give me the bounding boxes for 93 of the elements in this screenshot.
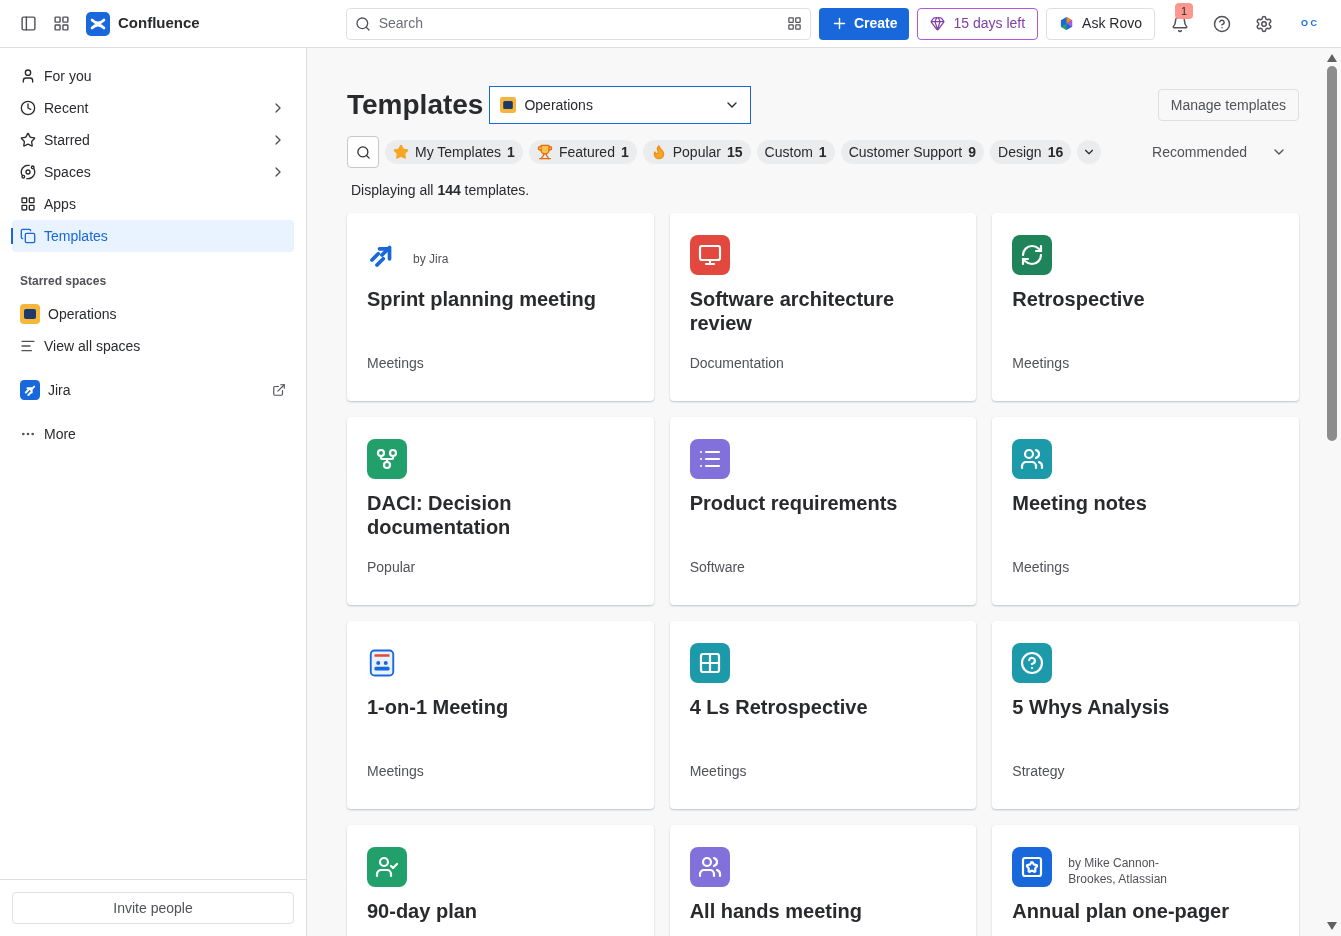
help-icon[interactable]	[1213, 14, 1231, 33]
create-button[interactable]: Create	[818, 7, 910, 40]
template-category: Strategy	[1012, 762, 1066, 781]
section-heading: Starred spaces	[19, 273, 108, 290]
template-card[interactable]: Retrospective Meetings	[992, 213, 1299, 401]
space-icon	[500, 97, 517, 113]
ask-rovo-button[interactable]: Ask Rovo	[1046, 7, 1155, 40]
more-filters-button[interactable]	[1077, 140, 1102, 164]
template-card[interactable]: Software architecture review Documentation	[669, 213, 977, 401]
pages-icon	[20, 228, 36, 244]
template-card[interactable]: 90-day plan	[347, 825, 654, 936]
sidebar-item[interactable]: Recent	[12, 92, 294, 124]
template-title: All hands meeting	[689, 899, 863, 923]
settings-icon[interactable]	[1255, 14, 1273, 33]
template-title: 5 Whys Analysis	[1012, 695, 1171, 719]
template-title: 90-day plan	[367, 899, 479, 923]
trial-button[interactable]: 15 days left	[917, 7, 1039, 40]
sidebar-item[interactable]: For you	[12, 60, 294, 92]
search-button[interactable]	[347, 136, 379, 168]
invite-people-button[interactable]: Invite people	[12, 892, 294, 924]
planet-icon	[20, 164, 36, 180]
star-icon	[20, 132, 36, 148]
template-title: Retrospective	[1012, 287, 1146, 311]
apps-icon	[20, 196, 36, 212]
template-category: Meetings	[689, 762, 748, 781]
template-category: Software	[689, 558, 746, 577]
template-title: Sprint planning meeting	[367, 287, 597, 311]
filter-chip[interactable]: Popular 15	[642, 140, 751, 164]
search-field[interactable]: Search	[345, 7, 811, 40]
search-icon	[355, 144, 371, 160]
template-card[interactable]: All hands meeting	[669, 825, 977, 936]
clock-icon	[20, 100, 36, 116]
notification-badge: 1	[1175, 2, 1194, 19]
star-icon	[393, 144, 409, 160]
template-title: Product requirements	[689, 491, 899, 515]
template-card[interactable]: DACI: Decision documentation Popular	[347, 417, 654, 605]
sidebar-item[interactable]: More	[12, 418, 294, 450]
template-title: DACI: Decision documentation	[367, 491, 513, 539]
hexagon-logo-icon	[1059, 16, 1075, 31]
space-select[interactable]: Operations	[489, 86, 752, 124]
avatar[interactable]: O C	[1297, 11, 1321, 36]
template-author: by Jira	[413, 251, 450, 267]
sidebar-toggle-icon[interactable]	[20, 15, 37, 32]
template-title: Software architecture review	[689, 287, 896, 335]
results-summary: Displaying all 144 templates.	[351, 181, 531, 200]
filter-chip[interactable]: My Templates 1	[385, 140, 523, 164]
template-card[interactable]: by Jira Sprint planning meeting Meetings	[347, 213, 654, 401]
template-card[interactable]: 5 Whys Analysis Strategy	[992, 621, 1299, 809]
list-icon	[20, 338, 36, 354]
filter-chip[interactable]: Customer Support 9	[840, 140, 985, 164]
search-icon	[354, 15, 371, 32]
external-link-icon	[272, 383, 286, 397]
gem-icon	[930, 16, 946, 31]
template-card[interactable]: 4 Ls Retrospective Meetings	[669, 621, 977, 809]
jira-logo-icon	[20, 380, 40, 400]
filter-chip[interactable]: Featured 1	[528, 140, 637, 164]
template-author: by Mike Cannon-Brookes, Atlassian	[1068, 855, 1169, 887]
template-title: Meeting notes	[1012, 491, 1148, 515]
scroll-down-icon[interactable]	[1327, 922, 1337, 930]
app-switcher-icon[interactable]	[53, 15, 70, 32]
template-category: Meetings	[1012, 558, 1071, 577]
template-category: Documentation	[689, 354, 785, 373]
sidebar-item[interactable]: Operations	[12, 298, 294, 330]
search-input[interactable]: Search	[378, 13, 779, 34]
template-card[interactable]: 1-on-1 Meeting Meetings	[347, 621, 654, 809]
confluence-logo-icon	[86, 11, 110, 36]
sidebar-item[interactable]: Starred	[12, 124, 294, 156]
sidebar-item[interactable]: Templates	[12, 220, 294, 252]
template-title: Annual plan one-pager	[1012, 899, 1230, 923]
page-title: Templates	[347, 88, 484, 122]
space-icon	[20, 304, 40, 324]
product-name: Confluence	[118, 13, 200, 34]
template-card[interactable]: by Mike Cannon-Brookes, Atlassian Annual plan one-pager	[992, 825, 1299, 936]
sidebar-item[interactable]: Jira	[12, 374, 294, 406]
template-card[interactable]: Product requirements Software	[669, 417, 977, 605]
filter-chip[interactable]: Design 16	[990, 140, 1072, 164]
template-title: 4 Ls Retrospective	[689, 695, 869, 719]
meeting-board-icon	[367, 648, 397, 678]
template-title: 1-on-1 Meeting	[367, 695, 510, 719]
sidebar-item[interactable]: View all spaces	[12, 330, 294, 362]
manage-templates-button[interactable]: Manage templates	[1157, 89, 1299, 121]
scroll-up-icon[interactable]	[1327, 54, 1337, 62]
sidebar-item[interactable]: Apps	[12, 188, 294, 220]
sort-select[interactable]: Recommended	[1152, 141, 1299, 163]
template-category: Meetings	[367, 354, 425, 373]
filter-chip[interactable]: Custom 1	[756, 140, 835, 164]
template-category: Meetings	[1012, 354, 1071, 373]
template-card[interactable]: Meeting notes Meetings	[992, 417, 1299, 605]
template-category: Meetings	[367, 762, 425, 781]
scrollbar-thumb[interactable]	[1327, 66, 1337, 441]
sidebar-item[interactable]: Spaces	[12, 156, 294, 188]
template-category: Popular	[367, 558, 417, 577]
trophy-icon	[536, 144, 553, 160]
